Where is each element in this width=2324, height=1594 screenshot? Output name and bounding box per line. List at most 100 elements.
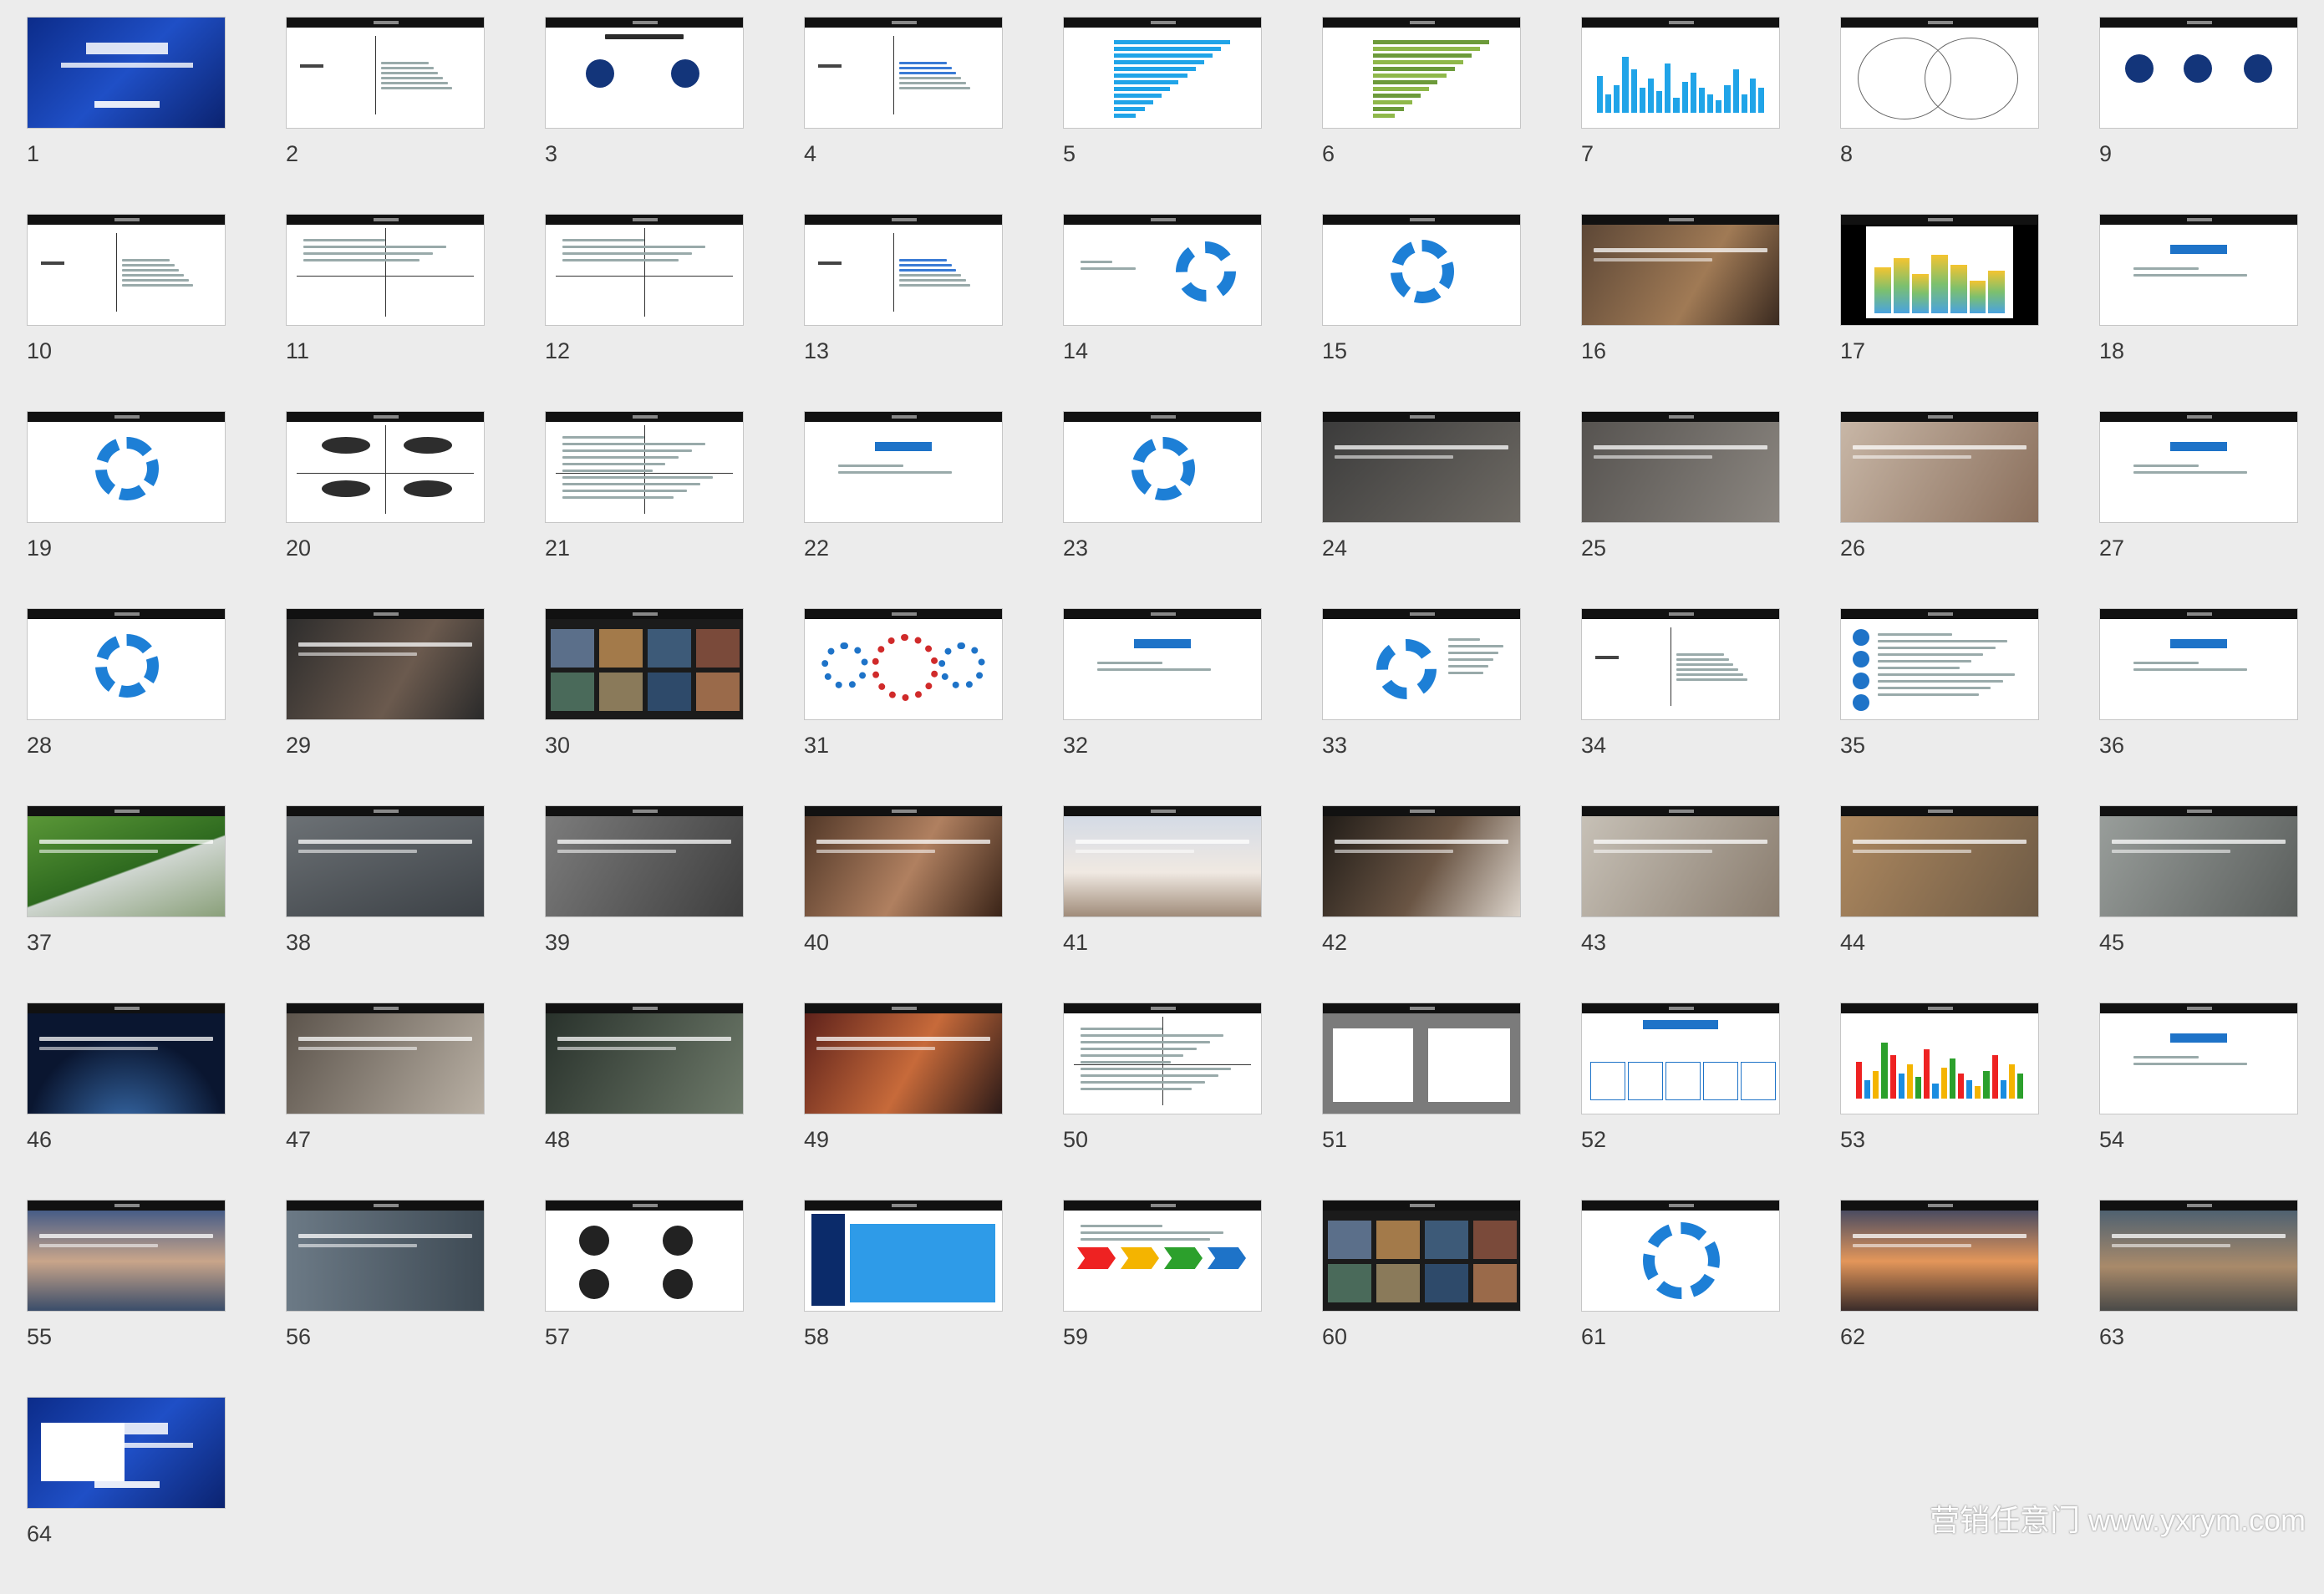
slide-preview[interactable]	[1063, 411, 1262, 523]
slide-thumbnail-42[interactable]: 42	[1322, 805, 1521, 1003]
slide-preview[interactable]	[286, 411, 485, 523]
slide-thumbnail-36[interactable]: 36	[2099, 608, 2298, 805]
slide-thumbnail-64[interactable]: 64	[27, 1397, 226, 1594]
slide-thumbnail-39[interactable]: 39	[545, 805, 744, 1003]
slide-preview[interactable]	[804, 17, 1003, 129]
slide-thumbnail-28[interactable]: 28	[27, 608, 226, 805]
slide-preview[interactable]	[27, 17, 226, 129]
slide-thumbnail-54[interactable]: 54	[2099, 1003, 2298, 1200]
slide-thumbnail-53[interactable]: 53	[1840, 1003, 2039, 1200]
slide-thumbnail-63[interactable]: 63	[2099, 1200, 2298, 1397]
slide-thumbnail-8[interactable]: 8	[1840, 17, 2039, 214]
slide-thumbnail-7[interactable]: 7	[1581, 17, 1780, 214]
slide-thumbnail-22[interactable]: 22	[804, 411, 1003, 608]
slide-preview[interactable]	[545, 1200, 744, 1312]
slide-preview[interactable]	[1322, 1003, 1521, 1114]
slide-thumbnail-33[interactable]: 33	[1322, 608, 1521, 805]
slide-preview[interactable]	[1581, 608, 1780, 720]
slide-preview[interactable]	[2099, 608, 2298, 720]
slide-preview[interactable]	[804, 1003, 1003, 1114]
slide-thumbnail-47[interactable]: 47	[286, 1003, 485, 1200]
slide-thumbnail-11[interactable]: 11	[286, 214, 485, 411]
slide-preview[interactable]	[1840, 17, 2039, 129]
slide-preview[interactable]	[27, 1003, 226, 1114]
slide-preview[interactable]	[27, 1200, 226, 1312]
slide-thumbnail-46[interactable]: 46	[27, 1003, 226, 1200]
slide-preview[interactable]	[804, 608, 1003, 720]
slide-preview[interactable]	[2099, 1003, 2298, 1114]
slide-thumbnail-52[interactable]: 52	[1581, 1003, 1780, 1200]
slide-thumbnail-4[interactable]: 4	[804, 17, 1003, 214]
slide-preview[interactable]	[1840, 805, 2039, 917]
slide-thumbnail-16[interactable]: 16	[1581, 214, 1780, 411]
slide-thumbnail-61[interactable]: 61	[1581, 1200, 1780, 1397]
slide-preview[interactable]	[804, 214, 1003, 326]
slide-preview[interactable]	[1322, 608, 1521, 720]
slide-preview[interactable]	[2099, 1200, 2298, 1312]
slide-preview[interactable]	[1840, 214, 2039, 326]
slide-thumbnail-6[interactable]: 6	[1322, 17, 1521, 214]
slide-thumbnail-44[interactable]: 44	[1840, 805, 2039, 1003]
slide-thumbnail-1[interactable]: 1	[27, 17, 226, 214]
slide-preview[interactable]	[1840, 608, 2039, 720]
slide-thumbnail-58[interactable]: 58	[804, 1200, 1003, 1397]
slide-preview[interactable]	[804, 1200, 1003, 1312]
slide-thumbnail-43[interactable]: 43	[1581, 805, 1780, 1003]
slide-thumbnail-29[interactable]: 29	[286, 608, 485, 805]
slide-preview[interactable]	[1322, 805, 1521, 917]
slide-preview[interactable]	[1063, 805, 1262, 917]
slide-preview[interactable]	[286, 805, 485, 917]
slide-thumbnail-26[interactable]: 26	[1840, 411, 2039, 608]
slide-thumbnail-13[interactable]: 13	[804, 214, 1003, 411]
slide-preview[interactable]	[2099, 214, 2298, 326]
slide-thumbnail-18[interactable]: 18	[2099, 214, 2298, 411]
slide-preview[interactable]	[1840, 1200, 2039, 1312]
slide-preview[interactable]	[286, 17, 485, 129]
slide-thumbnail-25[interactable]: 25	[1581, 411, 1780, 608]
slide-thumbnail-35[interactable]: 35	[1840, 608, 2039, 805]
slide-thumbnail-50[interactable]: 50	[1063, 1003, 1262, 1200]
slide-preview[interactable]	[545, 1003, 744, 1114]
slide-thumbnail-31[interactable]: 31	[804, 608, 1003, 805]
slide-thumbnail-14[interactable]: 14	[1063, 214, 1262, 411]
slide-preview[interactable]	[545, 411, 744, 523]
slide-thumbnail-49[interactable]: 49	[804, 1003, 1003, 1200]
slide-thumbnail-60[interactable]: 60	[1322, 1200, 1521, 1397]
slide-preview[interactable]	[804, 411, 1003, 523]
slide-thumbnail-34[interactable]: 34	[1581, 608, 1780, 805]
slide-thumbnail-27[interactable]: 27	[2099, 411, 2298, 608]
slide-thumbnail-59[interactable]: 59	[1063, 1200, 1262, 1397]
slide-preview[interactable]	[545, 214, 744, 326]
slide-preview[interactable]	[2099, 805, 2298, 917]
slide-preview[interactable]	[286, 1200, 485, 1312]
slide-thumbnail-37[interactable]: 37	[27, 805, 226, 1003]
slide-preview[interactable]	[1322, 214, 1521, 326]
slide-preview[interactable]	[2099, 17, 2298, 129]
slide-preview[interactable]	[27, 805, 226, 917]
slide-preview[interactable]	[545, 805, 744, 917]
slide-thumbnail-23[interactable]: 23	[1063, 411, 1262, 608]
slide-thumbnail-5[interactable]: 5	[1063, 17, 1262, 214]
slide-thumbnail-19[interactable]: 19	[27, 411, 226, 608]
slide-thumbnail-57[interactable]: 57	[545, 1200, 744, 1397]
slide-thumbnail-24[interactable]: 24	[1322, 411, 1521, 608]
slide-preview[interactable]	[1581, 1003, 1780, 1114]
slide-thumbnail-51[interactable]: 51	[1322, 1003, 1521, 1200]
slide-thumbnail-62[interactable]: 62	[1840, 1200, 2039, 1397]
slide-preview[interactable]	[1581, 805, 1780, 917]
slide-thumbnail-9[interactable]: 9	[2099, 17, 2298, 214]
slide-preview[interactable]	[1063, 17, 1262, 129]
slide-preview[interactable]	[545, 17, 744, 129]
slide-thumbnail-38[interactable]: 38	[286, 805, 485, 1003]
slide-thumbnail-56[interactable]: 56	[286, 1200, 485, 1397]
slide-preview[interactable]	[1322, 17, 1521, 129]
slide-preview[interactable]	[1581, 411, 1780, 523]
slide-preview[interactable]	[1063, 1003, 1262, 1114]
slide-preview[interactable]	[27, 608, 226, 720]
slide-preview[interactable]	[1063, 608, 1262, 720]
slide-thumbnail-12[interactable]: 12	[545, 214, 744, 411]
slide-thumbnail-48[interactable]: 48	[545, 1003, 744, 1200]
slide-thumbnail-20[interactable]: 20	[286, 411, 485, 608]
slide-preview[interactable]	[286, 214, 485, 326]
slide-preview[interactable]	[1581, 17, 1780, 129]
